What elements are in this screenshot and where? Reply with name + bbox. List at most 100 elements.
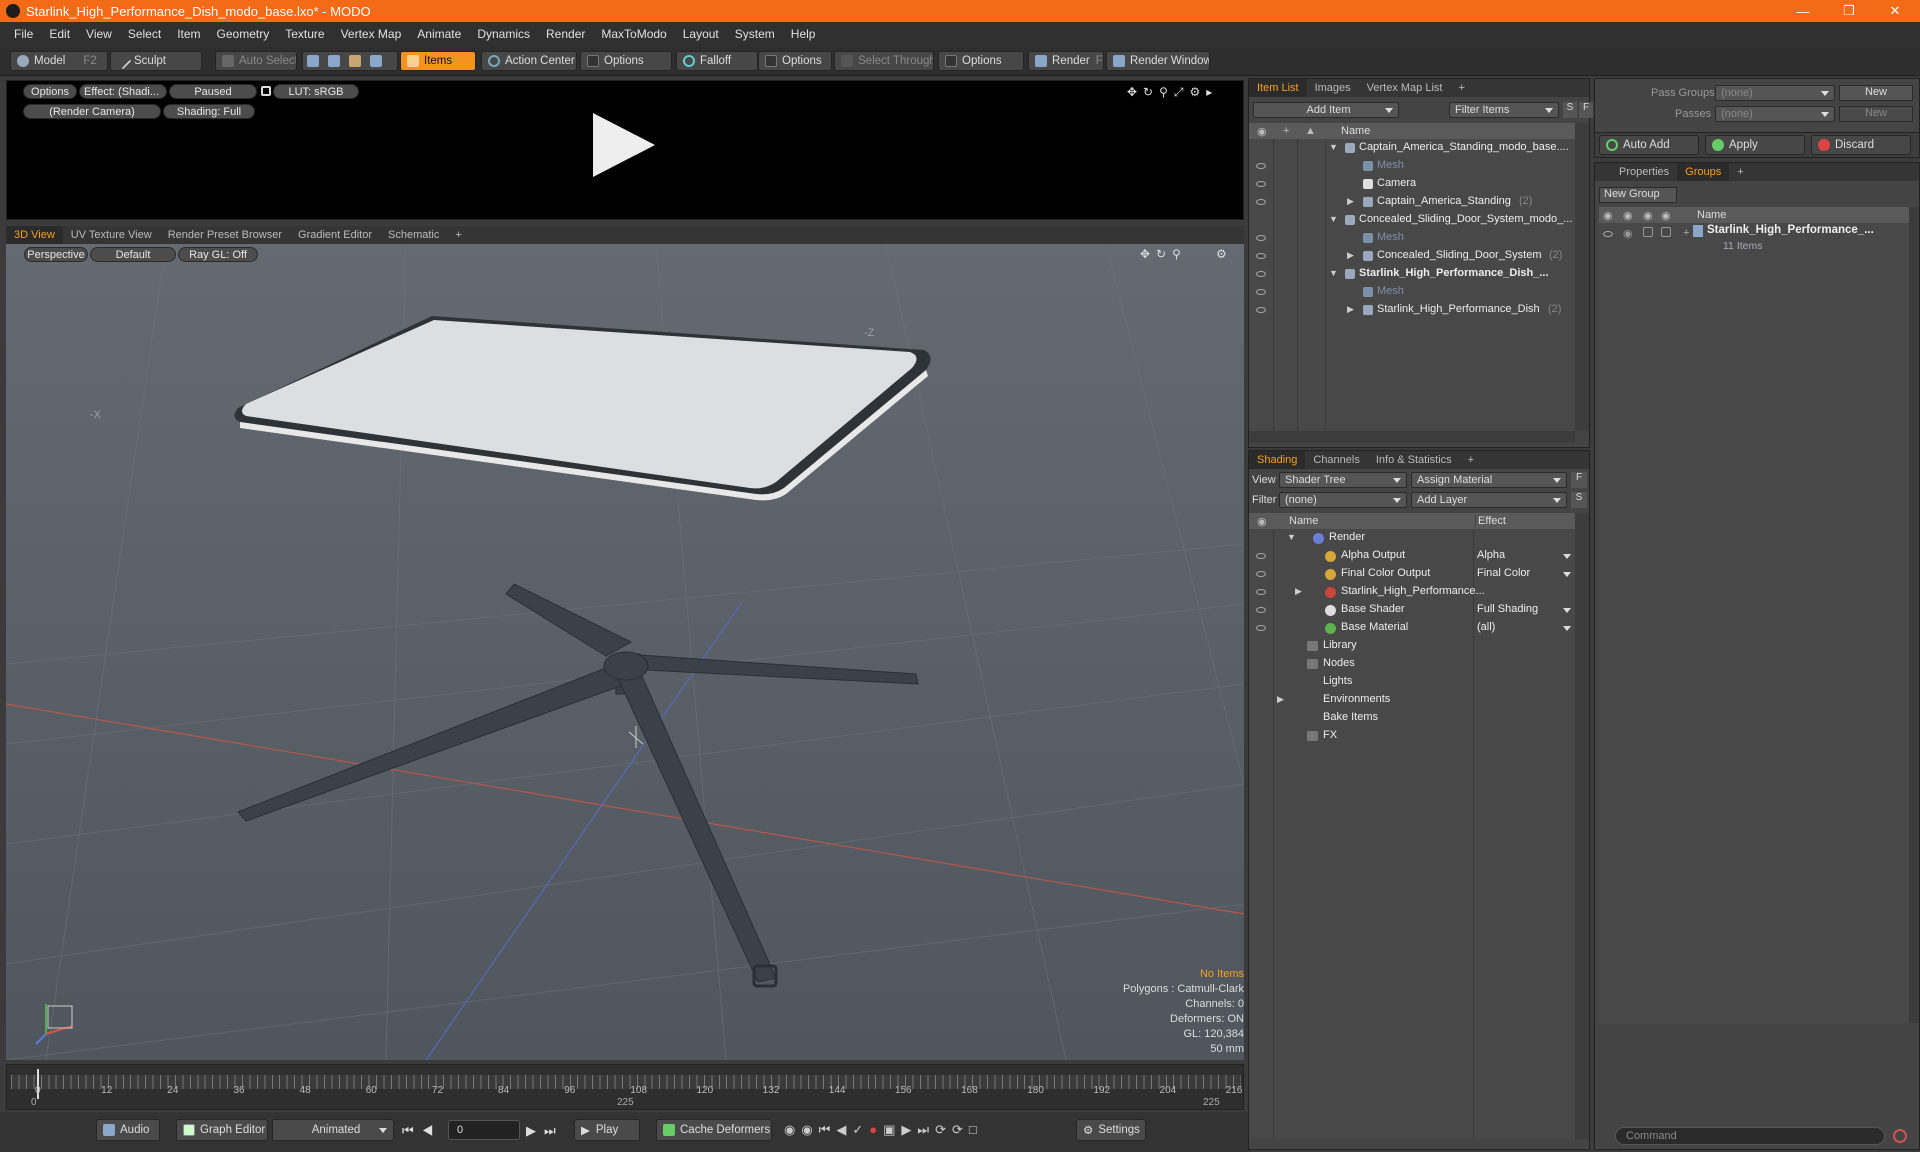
preview-effect-dropdown[interactable]: Effect: (Shadi... — [79, 84, 167, 99]
select-through-options-button[interactable]: Options — [938, 51, 1024, 71]
eye-icon[interactable] — [1256, 199, 1266, 205]
add-tab-icon[interactable]: + — [447, 226, 469, 244]
shader-effect-value[interactable]: Final Color — [1477, 567, 1530, 579]
materials-mode-icon[interactable] — [370, 55, 382, 67]
menu-render[interactable]: Render — [546, 27, 585, 41]
item-list-scrollbar[interactable] — [1575, 123, 1589, 431]
timeline[interactable]: 0 12 24 36 48 60 72 84 96 108 120 132 144 156 168 180 19… — [6, 1064, 1244, 1110]
chevron-down-icon[interactable] — [1563, 608, 1571, 613]
preview-options-button[interactable]: Options — [23, 84, 77, 99]
tab-render-preset-browser[interactable]: Render Preset Browser — [160, 226, 290, 244]
shading-dropdown[interactable]: Shading: Full — [163, 104, 255, 119]
filter-dropdown[interactable]: (none) — [1279, 492, 1407, 508]
shader-tree-row[interactable]: ▼ Render — [1249, 529, 1575, 547]
tab-item-list[interactable]: Item List — [1249, 79, 1307, 97]
new-group-button[interactable]: New Group — [1599, 187, 1677, 203]
shader-tree-scrollbar[interactable] — [1575, 513, 1589, 1139]
animated-dropdown[interactable]: Animated — [272, 1119, 394, 1141]
falloff-options-button[interactable]: Options — [758, 51, 832, 71]
menu-edit[interactable]: Edit — [49, 27, 70, 41]
render-window-button[interactable]: Render Window — [1106, 51, 1210, 71]
shader-tree-row[interactable]: Library — [1249, 637, 1575, 655]
eye-icon[interactable] — [1256, 607, 1266, 613]
frame-input[interactable]: 0 — [448, 1120, 520, 1140]
eye-icon[interactable] — [1256, 271, 1266, 277]
apply-button[interactable]: Apply — [1705, 135, 1805, 155]
add-tab-icon[interactable]: + — [1460, 451, 1482, 469]
item-tree[interactable]: ▼ Captain_America_Standing_modo_base.... M… — [1249, 139, 1575, 431]
menu-system[interactable]: System — [735, 27, 775, 41]
eye-icon[interactable] — [1256, 571, 1266, 577]
menu-view[interactable]: View — [86, 27, 112, 41]
new-pass-group-button[interactable]: New — [1839, 85, 1913, 101]
collapse-arrow-icon[interactable]: ▼ — [1329, 268, 1338, 278]
item-list-row[interactable]: ▶ Starlink_High_Performance_Dish (2) — [1249, 301, 1575, 319]
shader-tree-row[interactable]: Base Shader Full Shading — [1249, 601, 1575, 619]
shader-tree-row[interactable]: Alpha Output Alpha — [1249, 547, 1575, 565]
minimize-icon[interactable]: — — [1780, 0, 1826, 22]
add-item-dropdown[interactable]: Add Item — [1253, 102, 1399, 118]
sculpt-mode-button[interactable]: Sculpt — [110, 51, 202, 71]
menu-animate[interactable]: Animate — [417, 27, 461, 41]
menu-texture[interactable]: Texture — [285, 27, 324, 41]
model-mode-button[interactable]: Model F2 — [10, 51, 108, 71]
render-toggle-icon[interactable]: ◉ — [1623, 227, 1633, 240]
items-mode-button[interactable]: Items — [400, 51, 476, 71]
eye-icon[interactable] — [1256, 625, 1266, 631]
shader-tree-row[interactable]: ▶ Environments — [1249, 691, 1575, 709]
render-camera-dropdown[interactable]: (Render Camera) — [23, 104, 161, 119]
3d-viewport[interactable]: -Z -X Perspective Default Ray GL: Off ✥↻… — [6, 244, 1244, 1060]
lock-toggle-icon[interactable] — [1643, 227, 1653, 237]
collapse-arrow-icon[interactable]: ▼ — [1329, 214, 1338, 224]
shader-tree-row[interactable]: Final Color Output Final Color — [1249, 565, 1575, 583]
command-input[interactable]: Command — [1615, 1127, 1885, 1145]
eye-icon[interactable] — [1256, 289, 1266, 295]
add-tab-icon[interactable]: + — [1450, 79, 1472, 97]
tab-shading[interactable]: Shading — [1249, 451, 1306, 469]
tab-images[interactable]: Images — [1307, 79, 1359, 97]
chevron-down-icon[interactable] — [1563, 626, 1571, 631]
play-button[interactable]: ▶ Play — [574, 1119, 640, 1141]
edges-mode-icon[interactable] — [328, 55, 340, 67]
item-list-row[interactable]: Mesh — [1249, 157, 1575, 175]
shader-effect-value[interactable]: Full Shading — [1477, 603, 1538, 615]
tab-gradient-editor[interactable]: Gradient Editor — [290, 226, 380, 244]
settings-button[interactable]: ⚙ Settings — [1076, 1119, 1146, 1141]
record-command-icon[interactable] — [1893, 1129, 1907, 1143]
shader-tree-row[interactable]: Base Material (all) — [1249, 619, 1575, 637]
eye-icon[interactable] — [1256, 589, 1266, 595]
item-list-row[interactable]: ▼ Starlink_High_Performance_Dish_... — [1249, 265, 1575, 283]
item-list-row[interactable]: Camera — [1249, 175, 1575, 193]
viewport-settings-gear-icon[interactable]: ⚙ — [1216, 247, 1227, 261]
eye-icon[interactable] — [1256, 307, 1266, 313]
menu-file[interactable]: File — [14, 27, 33, 41]
viewport-nav-icons[interactable]: ✥↻⚲ — [1140, 247, 1187, 261]
filter-items-input[interactable]: Filter Items — [1449, 102, 1559, 118]
shader-tree[interactable]: ▼ Render Alpha Output Alpha Final Color Outp… — [1249, 529, 1575, 1139]
item-list-hscrollbar[interactable] — [1249, 431, 1575, 443]
search-s-button[interactable]: S — [1563, 102, 1577, 118]
expand-arrow-icon[interactable]: ▶ — [1295, 586, 1302, 597]
tab-uv-texture-view[interactable]: UV Texture View — [63, 226, 160, 244]
add-tab-icon[interactable]: + — [1729, 163, 1751, 181]
search-f-button[interactable]: F — [1579, 102, 1593, 118]
expand-arrow-icon[interactable]: ▶ — [1347, 250, 1354, 261]
tab-3d-view[interactable]: 3D View — [6, 226, 63, 244]
play-icon[interactable] — [593, 113, 655, 177]
expand-arrow-icon[interactable]: ▶ — [1347, 304, 1354, 315]
assign-f-button[interactable]: F — [1571, 472, 1587, 488]
tab-channels[interactable]: Channels — [1305, 451, 1367, 469]
render-button[interactable]: Render F9 — [1028, 51, 1104, 71]
auto-select-button[interactable]: Auto Select — [215, 51, 297, 71]
eye-icon[interactable] — [1256, 163, 1266, 169]
shader-tree-row[interactable]: Lights — [1249, 673, 1575, 691]
add-layer-dropdown[interactable]: Add Layer — [1411, 492, 1567, 508]
item-list-row[interactable]: Mesh — [1249, 283, 1575, 301]
tab-vertex-map-list[interactable]: Vertex Map List — [1359, 79, 1451, 97]
tab-info-statistics[interactable]: Info & Statistics — [1368, 451, 1460, 469]
keyframe-tool-icons[interactable]: ◉◉⏮◀✓●▣▶⏭⟳⟳□ — [784, 1122, 983, 1138]
preview-paused-button[interactable]: Paused — [169, 84, 257, 99]
perspective-dropdown[interactable]: Perspective — [24, 247, 88, 262]
restore-icon[interactable]: ❐ — [1826, 0, 1872, 22]
polygons-mode-icon[interactable] — [349, 55, 361, 67]
